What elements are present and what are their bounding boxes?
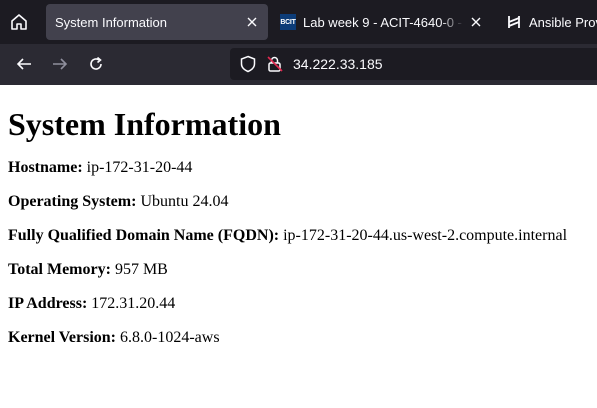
insecure-lock-icon[interactable] <box>266 55 284 73</box>
info-label: Hostname: <box>8 159 83 176</box>
info-value: 957 MB <box>114 261 168 278</box>
tab-close-button[interactable] <box>468 14 484 30</box>
tab-system-information[interactable]: System Information <box>46 4 268 40</box>
tab-ansible[interactable]: Ansible Provisi <box>498 4 597 40</box>
tab-bar: System Information BCIT Lab week 9 - ACI… <box>0 0 597 44</box>
info-row-kernel: Kernel Version: 6.8.0-1024-aws <box>8 329 589 347</box>
close-icon <box>471 17 481 27</box>
tab-title: Lab week 9 - ACIT-4640-0 - IT S <box>303 14 464 30</box>
info-value: Ubuntu 24.04 <box>140 193 229 210</box>
back-arrow-icon <box>16 58 31 70</box>
page-title: System Information <box>8 106 281 142</box>
info-row-ip: IP Address: 172.31.20.44 <box>8 295 589 313</box>
info-row-memory: Total Memory: 957 MB <box>8 261 589 279</box>
home-icon <box>11 14 27 30</box>
bcit-favicon-icon: BCIT <box>280 14 296 30</box>
info-row-hostname: Hostname: ip-172-31-20-44 <box>8 159 589 177</box>
info-row-fqdn: Fully Qualified Domain Name (FQDN): ip-1… <box>8 227 589 245</box>
tab-title: System Information <box>55 14 167 30</box>
tab-close-button[interactable] <box>244 14 260 30</box>
close-icon <box>247 17 257 27</box>
info-label: Fully Qualified Domain Name (FQDN): <box>8 227 280 244</box>
info-value: 172.31.20.44 <box>91 295 176 312</box>
forward-button[interactable] <box>46 50 74 78</box>
address-bar[interactable]: 34.222.33.185 <box>230 48 597 80</box>
page-content: System Information Hostname: ip-172-31-2… <box>0 106 597 347</box>
info-label: Operating System: <box>8 193 137 210</box>
shield-icon[interactable] <box>239 55 257 73</box>
info-label: IP Address: <box>8 295 88 312</box>
info-value: ip-172-31-20-44 <box>86 159 193 176</box>
info-value: 6.8.0-1024-aws <box>120 329 220 346</box>
home-button[interactable] <box>4 6 34 38</box>
tab-title: Ansible Provisi <box>529 14 597 30</box>
navigation-toolbar: 34.222.33.185 <box>0 44 597 85</box>
info-label: Total Memory: <box>8 261 111 278</box>
info-row-os: Operating System: Ubuntu 24.04 <box>8 193 589 211</box>
tab-lab-week-9[interactable]: BCIT Lab week 9 - ACIT-4640-0 - IT S <box>272 4 492 40</box>
reload-icon <box>90 56 102 70</box>
url-text[interactable]: 34.222.33.185 <box>293 56 383 72</box>
reload-button[interactable] <box>82 50 110 78</box>
ansible-favicon-icon <box>506 14 522 30</box>
forward-arrow-icon <box>53 58 68 70</box>
info-label: Kernel Version: <box>8 329 116 346</box>
info-value: ip-172-31-20-44.us-west-2.compute.intern… <box>283 227 568 244</box>
back-button[interactable] <box>10 50 38 78</box>
